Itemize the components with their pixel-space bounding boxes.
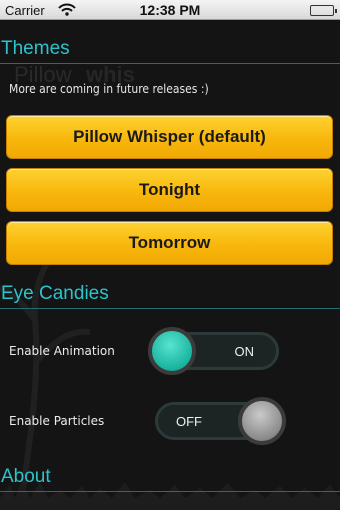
- toggle-state-label: OFF: [176, 414, 202, 429]
- toggle-knob[interactable]: [148, 327, 196, 375]
- theme-tomorrow-button[interactable]: Tomorrow: [6, 221, 333, 265]
- themes-subtitle: More are coming in future releases :): [9, 82, 209, 96]
- about-section-title: About: [0, 466, 340, 492]
- theme-tonight-button[interactable]: Tonight: [6, 168, 333, 212]
- enable-particles-toggle[interactable]: OFF: [155, 397, 286, 445]
- enable-animation-toggle[interactable]: ON: [148, 327, 279, 375]
- status-bar: Carrier 12:38 PM: [0, 0, 340, 20]
- toggle-knob[interactable]: [238, 397, 286, 445]
- eye-candies-section-title: Eye Candies: [0, 283, 340, 309]
- themes-section-title: Themes: [0, 38, 340, 64]
- enable-animation-label: Enable Animation: [9, 344, 115, 358]
- battery-icon: [310, 5, 337, 16]
- clock-time: 12:38 PM: [139, 2, 201, 18]
- theme-pillow-whisper-button[interactable]: Pillow Whisper (default): [6, 115, 333, 159]
- enable-particles-label: Enable Particles: [9, 414, 105, 428]
- toggle-state-label: ON: [234, 344, 255, 359]
